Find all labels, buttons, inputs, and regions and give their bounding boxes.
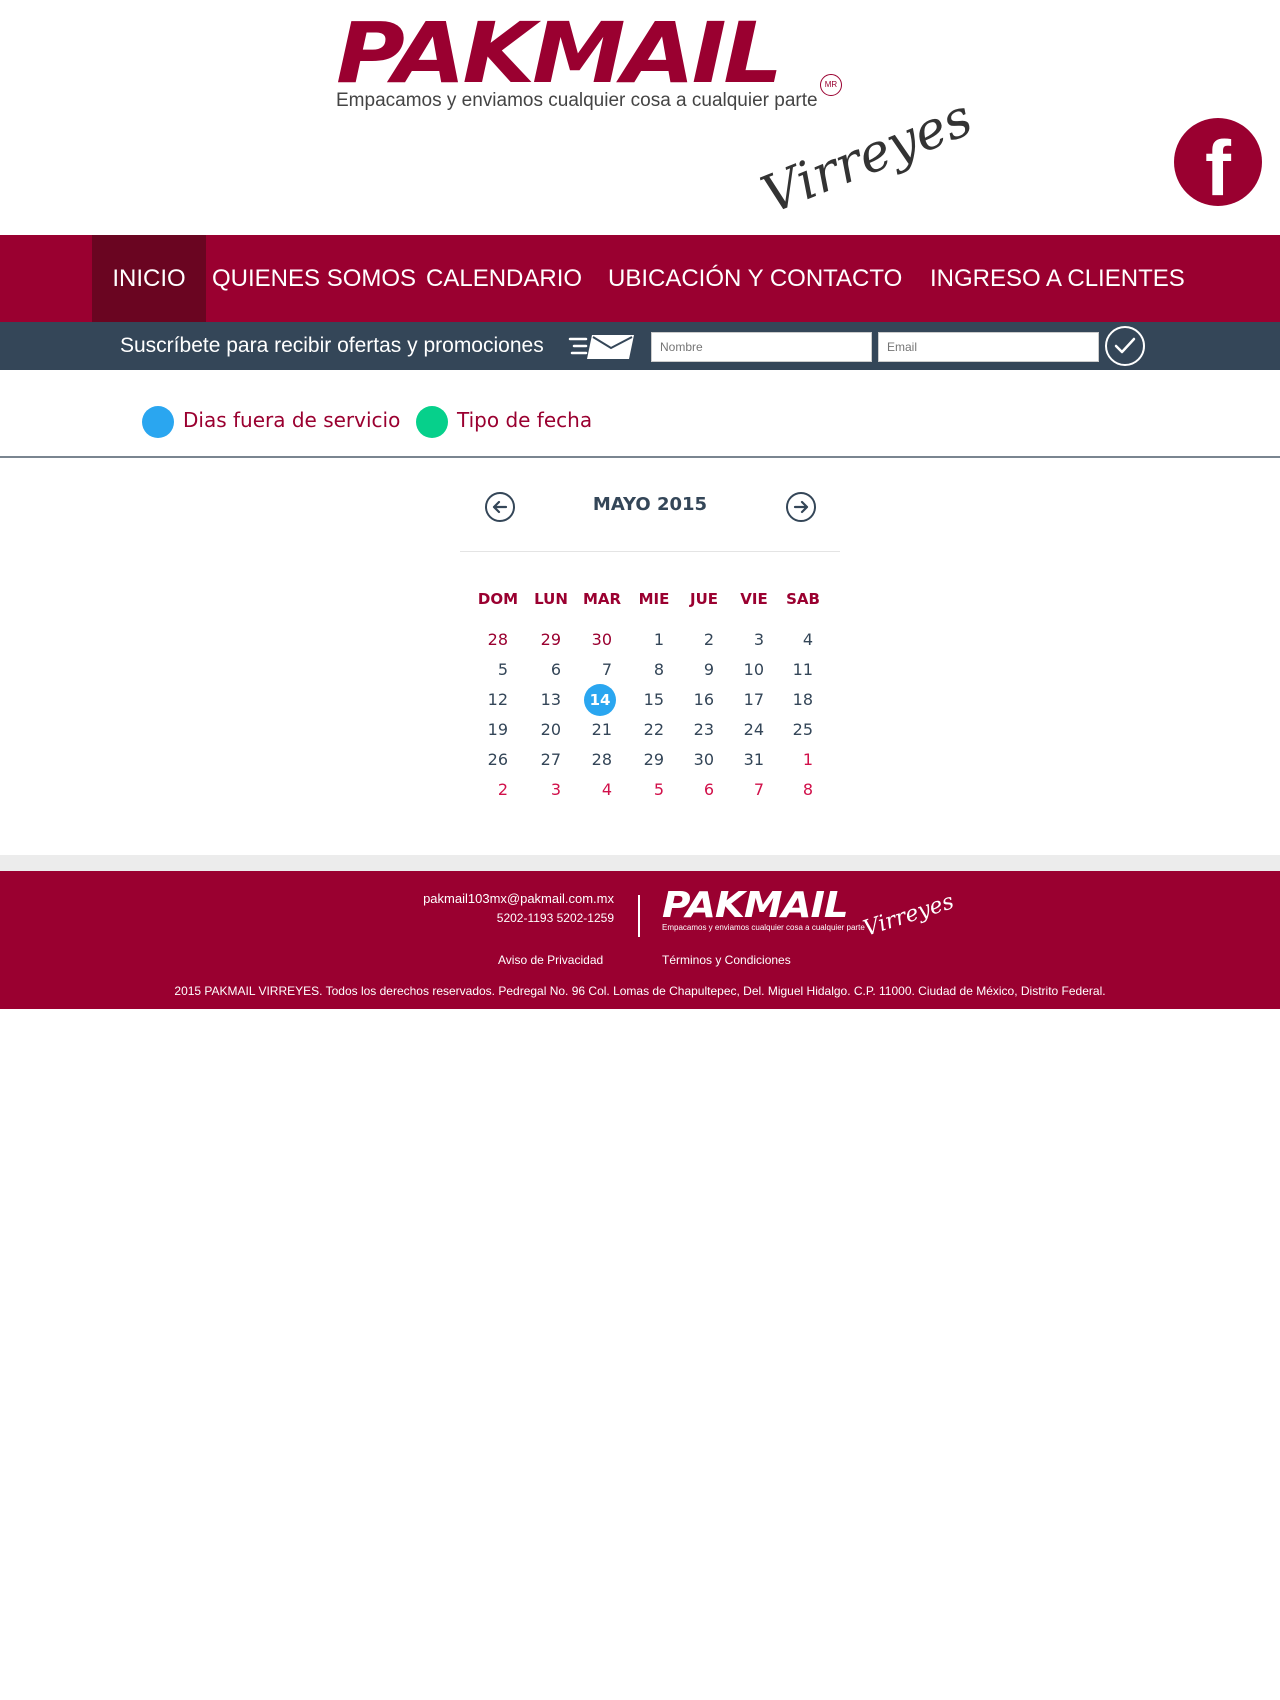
calendar-day[interactable]: 26 — [468, 748, 508, 772]
calendar-day[interactable]: 24 — [724, 718, 764, 742]
calendar-day[interactable]: 6 — [521, 658, 561, 682]
calendar-day[interactable]: 10 — [724, 658, 764, 682]
subscribe-bar: Suscríbete para recibir ofertas y promoc… — [0, 322, 1280, 370]
calendar-day[interactable]: 28 — [572, 748, 612, 772]
weekday-header: JUE — [689, 590, 718, 608]
logo-tagline: Empacamos y enviamos cualquier cosa a cu… — [336, 90, 818, 111]
calendar-day[interactable]: 23 — [674, 718, 714, 742]
nav-item-calendario[interactable]: CALENDARIO — [426, 235, 582, 322]
footer-logo-tagline: Empacamos y enviamos cualquier cosa a cu… — [662, 923, 865, 932]
calendar-legend: Dias fuera de servicio Tipo de fecha — [0, 370, 1280, 458]
nav-item-ingreso-clientes[interactable]: INGRESO A CLIENTES — [930, 235, 1185, 322]
calendar-day-other-month[interactable]: 7 — [724, 778, 764, 802]
arrow-right-icon — [793, 500, 809, 514]
footer-phones: 5202-1193 5202-1259 — [496, 911, 614, 925]
legend-dot-fuera-servicio — [142, 406, 174, 438]
calendar-day-other-month[interactable]: 1 — [773, 748, 813, 772]
calendar-day-other-month[interactable]: 29 — [521, 628, 561, 652]
legend-label-tipo-fecha: Tipo de fecha — [457, 408, 593, 432]
calendar-day-other-month[interactable]: 5 — [624, 778, 664, 802]
calendar-day[interactable]: 16 — [674, 688, 714, 712]
terms-link[interactable]: Términos y Condiciones — [662, 953, 791, 967]
calendar: MAYO 2015 DOM LUN MAR MIE JUE VIE SAB 28 29 30 1 2 3… — [460, 480, 840, 820]
calendar-day[interactable]: 30 — [674, 748, 714, 772]
footer-divider — [0, 855, 1280, 871]
pakmail-logo[interactable]: PAKMAIL MR Empacamos y enviamos cualquie… — [336, 4, 981, 226]
calendar-day[interactable]: 1 — [624, 628, 664, 652]
facebook-icon[interactable]: f — [1174, 118, 1262, 212]
check-icon — [1114, 337, 1136, 354]
calendar-day-other-month[interactable]: 4 — [572, 778, 612, 802]
calendar-day[interactable]: 25 — [773, 718, 813, 742]
logo-branch-script: Virreyes — [753, 87, 981, 226]
calendar-day-other-month[interactable]: 6 — [674, 778, 714, 802]
calendar-day[interactable]: 19 — [468, 718, 508, 742]
calendar-day[interactable]: 22 — [624, 718, 664, 742]
calendar-divider — [460, 551, 840, 552]
calendar-day[interactable]: 4 — [773, 628, 813, 652]
weekday-header: VIE — [740, 590, 768, 608]
weekday-header: MIE — [638, 590, 670, 608]
subscribe-submit-button[interactable] — [1105, 326, 1145, 366]
calendar-day[interactable]: 12 — [468, 688, 508, 712]
footer-logo-branch: Virreyes — [860, 889, 957, 942]
main-nav: INICIO QUIENES SOMOS CALENDARIO UBICACIÓ… — [0, 235, 1280, 322]
nav-item-quienes-somos[interactable]: QUIENES SOMOS — [212, 235, 416, 322]
calendar-day[interactable]: 13 — [521, 688, 561, 712]
calendar-day-other-month[interactable]: 8 — [773, 778, 813, 802]
calendar-month-title: MAYO 2015 — [592, 494, 708, 515]
legend-dot-tipo-fecha — [416, 406, 448, 438]
calendar-day[interactable]: 5 — [468, 658, 508, 682]
footer-email[interactable]: pakmail103mx@pakmail.com.mx — [380, 891, 614, 906]
site-footer: pakmail103mx@pakmail.com.mx 5202-1193 52… — [0, 871, 1280, 1009]
footer-separator — [638, 895, 640, 937]
weekday-header: MAR — [582, 590, 622, 608]
calendar-day[interactable]: 29 — [624, 748, 664, 772]
calendar-day[interactable]: 11 — [773, 658, 813, 682]
next-month-button[interactable] — [786, 492, 816, 522]
calendar-day-selected[interactable]: 14 — [584, 684, 616, 716]
calendar-day-other-month[interactable]: 28 — [468, 628, 508, 652]
calendar-day[interactable]: 31 — [724, 748, 764, 772]
weekday-header: SAB — [786, 590, 820, 608]
calendar-day-other-month[interactable]: 30 — [572, 628, 612, 652]
calendar-day[interactable]: 2 — [674, 628, 714, 652]
calendar-day[interactable]: 18 — [773, 688, 813, 712]
subscribe-email-input[interactable] — [878, 332, 1099, 362]
footer-logo: PAKMAIL Empacamos y enviamos cualquier c… — [662, 883, 957, 945]
calendar-day-other-month[interactable]: 2 — [468, 778, 508, 802]
footer-logo-brand: PAKMAIL — [662, 885, 849, 926]
calendar-day[interactable]: 20 — [521, 718, 561, 742]
calendar-day[interactable]: 9 — [674, 658, 714, 682]
calendar-day[interactable]: 17 — [724, 688, 764, 712]
footer-copyright: 2015 PAKMAIL VIRREYES. Todos los derecho… — [174, 984, 1106, 998]
privacy-link[interactable]: Aviso de Privacidad — [498, 953, 603, 967]
calendar-day[interactable]: 27 — [521, 748, 561, 772]
calendar-day[interactable]: 15 — [624, 688, 664, 712]
nav-item-inicio[interactable]: INICIO — [92, 235, 206, 322]
envelope-icon — [568, 335, 634, 359]
logo-registered-mark: MR — [820, 74, 842, 96]
calendar-day-other-month[interactable]: 3 — [521, 778, 561, 802]
calendar-day[interactable]: 21 — [572, 718, 612, 742]
legend-label-fuera-servicio: Dias fuera de servicio — [183, 408, 401, 432]
logo-brand: PAKMAIL — [336, 4, 783, 102]
site-header: PAKMAIL MR Empacamos y enviamos cualquie… — [0, 0, 1280, 235]
weekday-header: DOM — [477, 590, 519, 608]
weekday-header: LUN — [534, 590, 568, 608]
calendar-day[interactable]: 7 — [572, 658, 612, 682]
subscribe-text: Suscríbete para recibir ofertas y promoc… — [120, 334, 544, 357]
calendar-day[interactable]: 8 — [624, 658, 664, 682]
subscribe-name-input[interactable] — [651, 332, 872, 362]
nav-item-ubicacion-contacto[interactable]: UBICACIÓN Y CONTACTO — [608, 235, 902, 322]
calendar-day[interactable]: 3 — [724, 628, 764, 652]
